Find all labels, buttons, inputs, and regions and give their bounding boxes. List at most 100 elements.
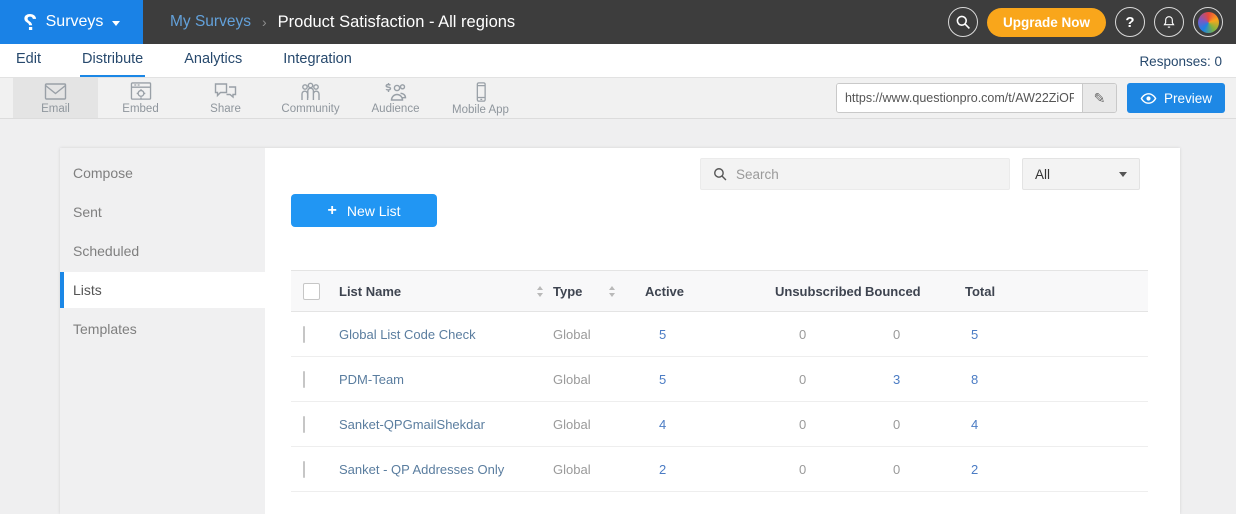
- distribute-toolbar: Email Embed Share Community Audience Mob…: [0, 78, 1236, 119]
- plus-icon: +: [327, 202, 336, 220]
- upgrade-now-button[interactable]: Upgrade Now: [987, 8, 1106, 37]
- product-switcher[interactable]: ? Surveys: [0, 0, 143, 44]
- question-mark-icon: ?: [1125, 14, 1134, 31]
- preview-button[interactable]: Preview: [1127, 83, 1225, 113]
- list-type: Global: [553, 462, 645, 477]
- channel-mobile-app[interactable]: Mobile App: [438, 78, 523, 118]
- list-type: Global: [553, 417, 645, 432]
- eye-icon: [1140, 92, 1157, 105]
- total-count[interactable]: 2: [965, 462, 1148, 477]
- search-filter-row: All: [700, 158, 1140, 190]
- row-checkbox[interactable]: [303, 371, 305, 388]
- search-icon: [713, 167, 727, 181]
- channel-share[interactable]: Share: [183, 78, 268, 118]
- breadcrumb: My Surveys › Product Satisfaction - All …: [170, 13, 515, 32]
- list-type-filter[interactable]: All: [1022, 158, 1140, 190]
- active-count[interactable]: 4: [645, 417, 775, 432]
- channel-label: Share: [210, 103, 241, 115]
- email-sidebar: Compose Sent Scheduled Lists Templates: [60, 148, 265, 514]
- chevron-down-icon: [1119, 172, 1127, 177]
- share-icon: [213, 81, 238, 102]
- total-count[interactable]: 4: [965, 417, 1148, 432]
- channel-embed[interactable]: Embed: [98, 78, 183, 118]
- sidebar-item-label: Compose: [73, 165, 133, 181]
- questionpro-logo-icon: ?: [23, 11, 37, 34]
- product-switcher-label: Surveys: [46, 13, 104, 31]
- sidebar-item-sent[interactable]: Sent: [60, 194, 265, 230]
- column-header-bounced: Bounced: [865, 284, 965, 299]
- app-window: ? Surveys My Surveys › Product Satisfact…: [0, 0, 1236, 514]
- tab-distribute[interactable]: Distribute: [80, 51, 145, 77]
- channel-label: Mobile App: [452, 104, 509, 116]
- responses-count[interactable]: Responses: 0: [1139, 54, 1236, 77]
- list-name-link[interactable]: Sanket-QPGmailShekdar: [339, 417, 553, 432]
- edit-url-button[interactable]: ✎: [1082, 84, 1116, 112]
- community-icon: [298, 81, 323, 102]
- total-count[interactable]: 8: [965, 372, 1148, 387]
- channel-label: Audience: [372, 103, 420, 115]
- column-header-list-name[interactable]: List Name: [339, 284, 553, 299]
- page-title: Product Satisfaction - All regions: [278, 13, 516, 32]
- list-name-link[interactable]: Sanket - QP Addresses Only: [339, 462, 553, 477]
- row-checkbox[interactable]: [303, 416, 305, 433]
- embed-icon: [129, 81, 153, 102]
- tab-edit[interactable]: Edit: [14, 51, 43, 77]
- channel-label: Email: [41, 103, 70, 115]
- list-search-box: [700, 158, 1010, 190]
- channel-email[interactable]: Email: [13, 78, 98, 118]
- bounced-count[interactable]: 3: [865, 372, 965, 387]
- column-header-unsubscribed: Unsubscribed: [775, 284, 865, 299]
- channel-audience[interactable]: Audience: [353, 78, 438, 118]
- bounced-count: 0: [865, 462, 965, 477]
- row-checkbox[interactable]: [303, 326, 305, 343]
- channel-community[interactable]: Community: [268, 78, 353, 118]
- sidebar-item-label: Scheduled: [73, 243, 139, 259]
- notifications-button[interactable]: [1154, 7, 1184, 37]
- breadcrumb-my-surveys[interactable]: My Surveys: [170, 13, 251, 31]
- survey-nav: Edit Distribute Analytics Integration Re…: [0, 44, 1236, 78]
- active-count[interactable]: 2: [645, 462, 775, 477]
- sidebar-item-label: Sent: [73, 204, 102, 220]
- new-list-button[interactable]: + New List: [291, 194, 437, 227]
- select-all-checkbox[interactable]: [303, 283, 320, 300]
- column-header-active: Active: [645, 284, 775, 299]
- content-area: Compose Sent Scheduled Lists Templates A…: [0, 119, 1236, 514]
- tab-integration[interactable]: Integration: [281, 51, 354, 77]
- header-actions: Upgrade Now ?: [948, 7, 1236, 37]
- search-button[interactable]: [948, 7, 978, 37]
- column-header-type[interactable]: Type: [553, 284, 645, 299]
- mobile-icon: [470, 81, 492, 103]
- pencil-icon: ✎: [1094, 90, 1106, 107]
- unsubscribed-count: 0: [775, 372, 865, 387]
- sidebar-item-compose[interactable]: Compose: [60, 155, 265, 191]
- sidebar-item-label: Templates: [73, 321, 137, 337]
- list-name-link[interactable]: PDM-Team: [339, 372, 553, 387]
- tab-analytics[interactable]: Analytics: [182, 51, 244, 77]
- sidebar-item-scheduled[interactable]: Scheduled: [60, 233, 265, 269]
- table-row: Global List Code Check Global 5 0 0 5: [291, 312, 1148, 357]
- list-name-link[interactable]: Global List Code Check: [339, 327, 553, 342]
- channel-label: Community: [281, 103, 339, 115]
- sidebar-item-lists[interactable]: Lists: [60, 272, 265, 308]
- sidebar-item-templates[interactable]: Templates: [60, 311, 265, 347]
- bell-icon: [1161, 14, 1177, 30]
- row-checkbox[interactable]: [303, 461, 305, 478]
- unsubscribed-count: 0: [775, 417, 865, 432]
- active-count[interactable]: 5: [645, 372, 775, 387]
- sort-icon[interactable]: [537, 286, 543, 297]
- bounced-count: 0: [865, 327, 965, 342]
- table-row: Sanket - QP Addresses Only Global 2 0 0 …: [291, 447, 1148, 492]
- search-icon: [955, 14, 971, 30]
- new-list-label: New List: [347, 203, 401, 219]
- sort-icon[interactable]: [609, 286, 615, 297]
- total-count[interactable]: 5: [965, 327, 1148, 342]
- lists-panel: All + New List List Name: [265, 148, 1180, 514]
- help-button[interactable]: ?: [1115, 7, 1145, 37]
- preview-label: Preview: [1164, 91, 1212, 106]
- column-header-total: Total: [965, 284, 1148, 299]
- search-input[interactable]: [736, 167, 986, 182]
- account-menu-button[interactable]: [1193, 7, 1223, 37]
- active-count[interactable]: 5: [645, 327, 775, 342]
- survey-url-input[interactable]: [837, 84, 1082, 112]
- unsubscribed-count: 0: [775, 462, 865, 477]
